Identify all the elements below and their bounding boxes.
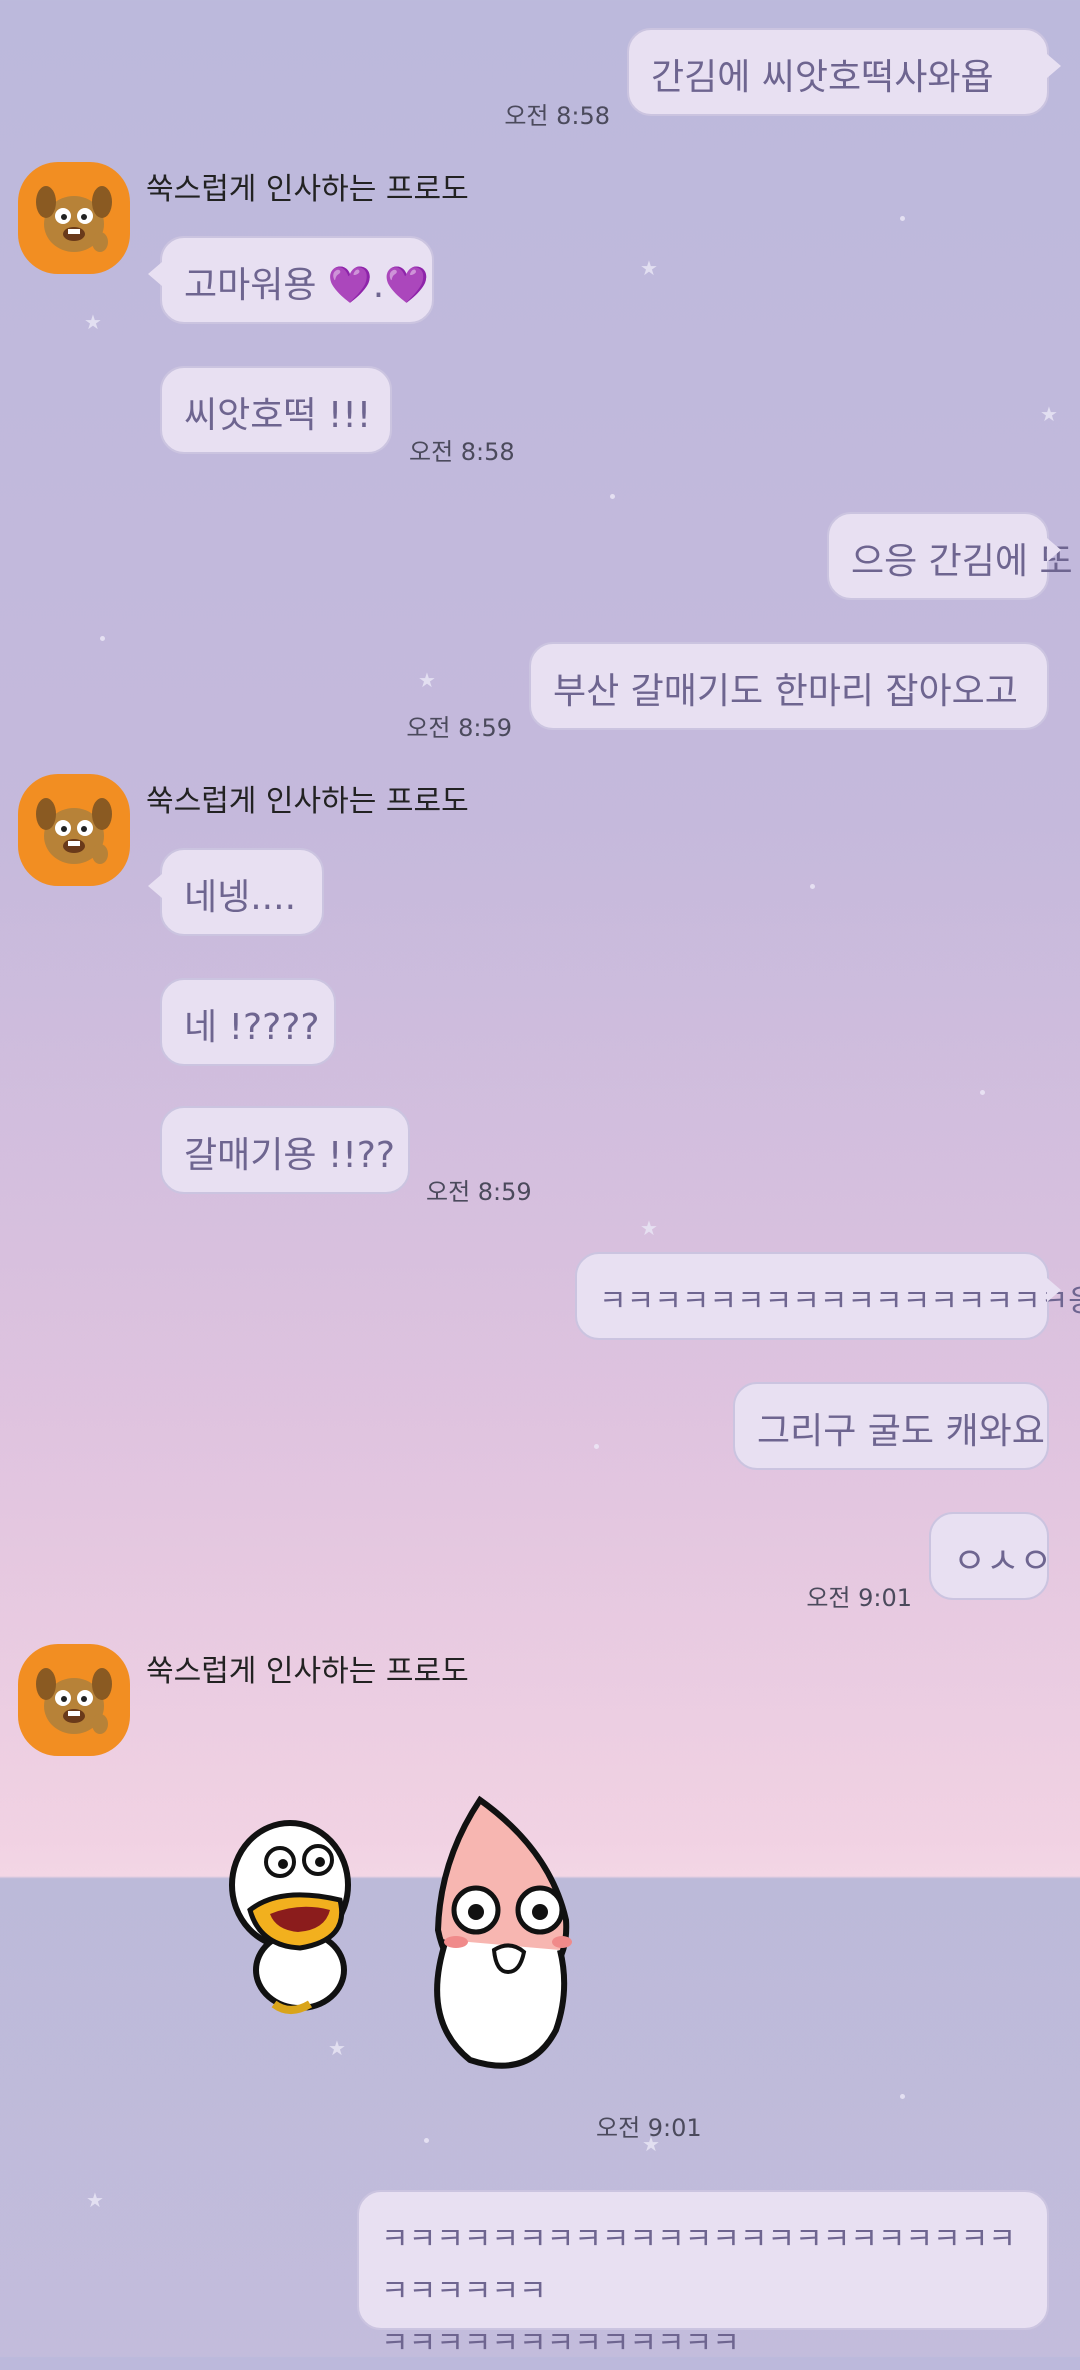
received-message-bubble[interactable]: 네넹.... (148, 848, 324, 936)
sender-name: 쑥스럽게 인사하는 프로도 (146, 1654, 469, 1689)
message-text: ㅇㅅㅇ (953, 1541, 1053, 1582)
background-dot (610, 494, 615, 499)
message-timestamp: 오전 8:58 (409, 438, 515, 466)
background-dot (900, 2094, 905, 2099)
message-text: 그리구 굴도 캐와요 (757, 1411, 1045, 1452)
tube-and-apeach-sticker-icon[interactable] (210, 1790, 590, 2080)
sent-message-bubble[interactable]: 그리구 굴도 캐와요 (733, 1382, 1049, 1470)
background-star: ★ (84, 310, 102, 334)
sender-avatar[interactable] (18, 1644, 130, 1756)
background-dot (900, 216, 905, 221)
sent-message-bubble[interactable]: 으응 간김에 또 (827, 512, 1073, 600)
frodo-dog-avatar-icon (36, 1668, 112, 1734)
sent-message-bubble[interactable]: ㅇㅅㅇ (929, 1512, 1053, 1600)
sender-avatar[interactable] (18, 774, 130, 886)
message-text: 네넹.... (184, 877, 297, 918)
received-message-bubble[interactable]: 씨앗호떡 !!! (160, 366, 392, 454)
message-text: 고마워용 💜.💜 (184, 265, 430, 306)
background-star: ★ (86, 2188, 104, 2212)
message-text: 씨앗호떡 !!! (184, 395, 372, 436)
message-timestamp: 오전 8:58 (504, 102, 610, 130)
background-dot (810, 884, 815, 889)
frodo-dog-avatar-icon (36, 186, 112, 252)
sender-avatar[interactable] (18, 162, 130, 274)
background-dot (980, 1090, 985, 1095)
message-timestamp: 오전 9:01 (806, 1584, 912, 1612)
received-message-bubble[interactable]: 고마워용 💜.💜 (148, 236, 434, 324)
message-timestamp: 오전 9:01 (596, 2114, 702, 2142)
sent-message-bubble[interactable]: ㅋㅋㅋㅋㅋㅋㅋㅋㅋㅋㅋㅋㅋㅋㅋㅋㅋ웅웅 (575, 1252, 1080, 1340)
background-dot (594, 1444, 599, 1449)
message-text-line: ㅋㅋㅋㅋㅋㅋㅋㅋㅋㅋㅋㅋㅋ (381, 2326, 740, 2361)
background-star: ★ (418, 668, 436, 692)
message-text: 으응 간김에 또 (851, 541, 1073, 582)
received-message-bubble[interactable]: 갈매기용 !!?? (160, 1106, 410, 1194)
message-text-line: ㅋㅋㅋㅋㅋㅋㅋㅋㅋㅋㅋㅋㅋㅋㅋㅋㅋㅋㅋㅋㅋㅋㅋㅋㅋㅋㅋㅋㅋ (381, 2222, 1016, 2309)
frodo-dog-avatar-icon (36, 798, 112, 864)
background-dot (100, 636, 105, 641)
message-text: 네 !???? (184, 1007, 320, 1048)
background-dot (424, 2138, 429, 2143)
message-text: 간김에 씨앗호떡사와욥 (651, 57, 994, 98)
background-star: ★ (640, 1216, 658, 1240)
sent-message-bubble[interactable]: 부산 갈매기도 한마리 잡아오고 (529, 642, 1049, 730)
sent-message-bubble[interactable]: ㅋㅋㅋㅋㅋㅋㅋㅋㅋㅋㅋㅋㅋㅋㅋㅋㅋㅋㅋㅋㅋㅋㅋㅋㅋㅋㅋㅋㅋ ㅋㅋㅋㅋㅋㅋㅋㅋㅋㅋ… (357, 2190, 1049, 2361)
message-text: 갈매기용 !!?? (184, 1135, 396, 1176)
message-text: 부산 갈매기도 한마리 잡아오고 (553, 671, 1018, 712)
received-message-bubble[interactable]: 네 !???? (160, 978, 336, 1066)
background-star: ★ (640, 256, 658, 280)
message-timestamp: 오전 8:59 (406, 714, 512, 742)
sender-name: 쑥스럽게 인사하는 프로도 (146, 172, 469, 207)
sender-name: 쑥스럽게 인사하는 프로도 (146, 784, 469, 819)
message-text: ㅋㅋㅋㅋㅋㅋㅋㅋㅋㅋㅋㅋㅋㅋㅋㅋㅋ웅웅 (599, 1284, 1080, 1319)
message-timestamp: 오전 8:59 (426, 1178, 532, 1206)
background-star: ★ (1040, 402, 1058, 426)
sent-message-bubble[interactable]: 간김에 씨앗호떡사와욥 (627, 28, 1061, 116)
